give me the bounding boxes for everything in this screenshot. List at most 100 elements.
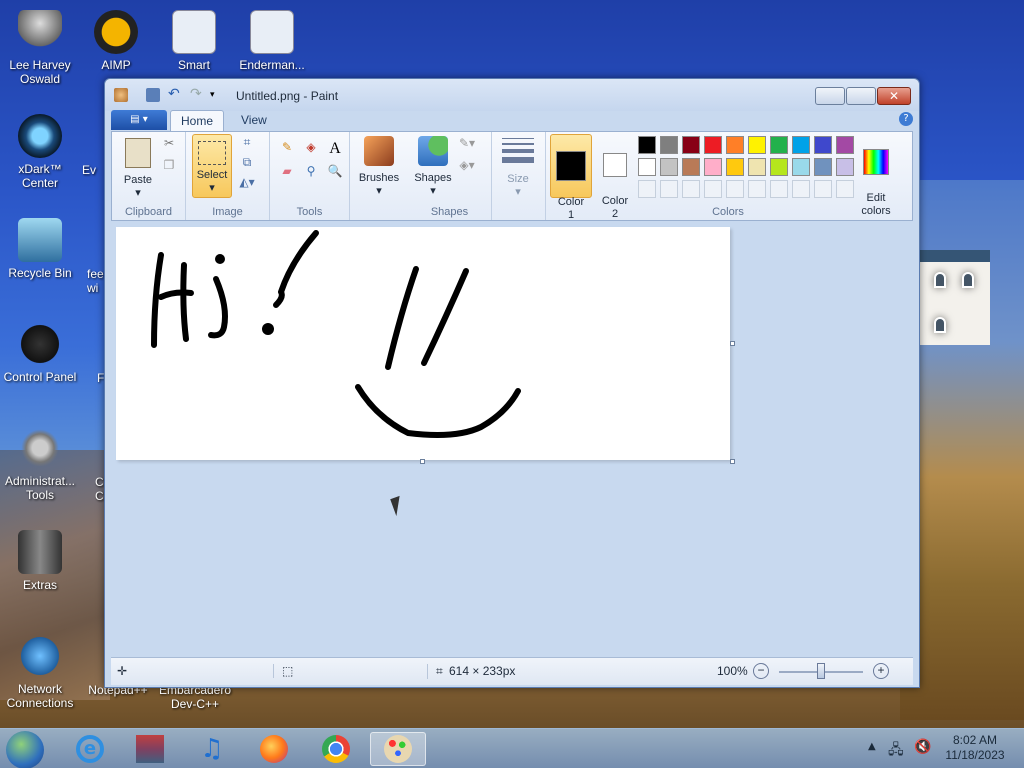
system-clock[interactable]: 8:02 AM 11/18/2023: [940, 733, 1010, 763]
palette-swatch[interactable]: [682, 158, 700, 176]
paste-button[interactable]: Paste ▾: [118, 136, 158, 200]
network-tray-icon[interactable]: 🖧: [888, 739, 908, 758]
paint-app-icon[interactable]: [114, 88, 128, 102]
taskbar-internet-explorer[interactable]: e: [62, 732, 118, 766]
palette-swatch[interactable]: [792, 136, 810, 154]
palette-swatch[interactable]: [682, 136, 700, 154]
desktop-icon-extras[interactable]: Extras: [0, 530, 80, 592]
desktop-icon-enderman[interactable]: Enderman...: [232, 10, 312, 72]
taskbar-paint[interactable]: [370, 732, 426, 766]
palette-swatch[interactable]: [814, 158, 832, 176]
palette-swatch[interactable]: [748, 158, 766, 176]
palette-swatch[interactable]: [726, 158, 744, 176]
stroke-exclamation: [273, 230, 319, 308]
taskbar-music[interactable]: ♫: [184, 732, 240, 766]
palette-swatch[interactable]: [770, 180, 788, 198]
customize-quick-access-icon[interactable]: ▾: [210, 88, 224, 102]
desktop-icon-network-connections[interactable]: Network Connections: [0, 634, 80, 710]
palette-swatch[interactable]: [660, 158, 678, 176]
fill-shape-icon[interactable]: ◈▾: [458, 158, 476, 176]
palette-swatch[interactable]: [660, 136, 678, 154]
help-icon[interactable]: ?: [899, 112, 913, 126]
palette-swatch[interactable]: [814, 136, 832, 154]
palette-swatch[interactable]: [770, 136, 788, 154]
palette-swatch[interactable]: [726, 180, 744, 198]
copy-icon[interactable]: ❐: [160, 158, 178, 176]
drawing-canvas[interactable]: [116, 227, 730, 460]
palette-swatch[interactable]: [748, 180, 766, 198]
desktop-icon-smart[interactable]: Smart: [154, 10, 234, 72]
color1-button[interactable]: Color 1: [550, 134, 592, 221]
palette-swatch[interactable]: [726, 136, 744, 154]
size-button[interactable]: Size ▾: [498, 134, 538, 199]
title-bar[interactable]: ↶ ↷ ▾ Untitled.png - Paint ✕: [105, 79, 919, 111]
taskbar-chrome[interactable]: [308, 732, 364, 766]
palette-swatch[interactable]: [638, 136, 656, 154]
xdark-icon: [18, 114, 62, 158]
select-label: Select: [196, 169, 228, 181]
desktop-icon-recycle-bin[interactable]: Recycle Bin: [0, 218, 80, 280]
desktop-icon-label: Control Panel: [3, 370, 77, 384]
palette-swatch[interactable]: [770, 158, 788, 176]
eraser-icon[interactable]: ▰: [278, 164, 296, 182]
resize-handle-corner[interactable]: [730, 459, 735, 464]
fill-icon[interactable]: ◈: [302, 140, 320, 158]
taskbar-firefox[interactable]: [246, 732, 302, 766]
music-icon: ♫: [200, 734, 224, 764]
ribbon: Paste ▾ ✂ ❐ Clipboard Select ▾ ⌗ ⧉ ◭▾ Imag…: [111, 131, 913, 221]
color-picker-icon[interactable]: ⚲: [302, 164, 320, 182]
tab-home[interactable]: Home: [170, 110, 225, 132]
volume-muted-icon[interactable]: 🔇: [914, 739, 934, 757]
desktop-icon-administrative-tools[interactable]: Administrat... Tools: [0, 426, 80, 502]
desktop-icon-aimp[interactable]: AIMP: [76, 10, 156, 72]
zoom-out-icon[interactable]: −: [753, 663, 769, 679]
redo-icon[interactable]: ↷: [190, 87, 204, 102]
tab-view[interactable]: View: [231, 110, 277, 132]
outline-icon[interactable]: ✎▾: [458, 136, 476, 154]
aimp-icon: [94, 10, 138, 54]
taskbar-archive[interactable]: [122, 732, 178, 766]
cut-icon[interactable]: ✂: [160, 136, 178, 154]
undo-icon[interactable]: ↶: [168, 87, 182, 102]
stroke-h-left: [151, 252, 164, 348]
start-button[interactable]: [6, 731, 44, 768]
firefox-icon: [260, 735, 288, 763]
desktop-icon-xdark-center[interactable]: xDark™ Center: [0, 114, 80, 190]
resize-icon[interactable]: ⧉: [238, 155, 256, 173]
crop-icon[interactable]: ⌗: [238, 135, 256, 153]
close-button[interactable]: ✕: [877, 87, 911, 105]
paint-menu-button[interactable]: ▤ ▾: [111, 110, 167, 130]
maximize-button[interactable]: [846, 87, 876, 105]
minimize-button[interactable]: [815, 87, 845, 105]
save-icon[interactable]: [146, 88, 160, 102]
resize-handle-right[interactable]: [730, 341, 735, 346]
zoom-in-icon[interactable]: +: [873, 663, 889, 679]
line-size-icon: [502, 138, 534, 163]
palette-swatch[interactable]: [792, 158, 810, 176]
canvas-workspace[interactable]: [111, 223, 913, 657]
palette-swatch[interactable]: [704, 158, 722, 176]
palette-swatch[interactable]: [638, 180, 656, 198]
shapes-button[interactable]: Shapes ▾: [410, 134, 456, 198]
palette-swatch[interactable]: [660, 180, 678, 198]
rotate-icon[interactable]: ◭▾: [238, 175, 256, 193]
desktop-icon-control-panel[interactable]: Control Panel: [0, 322, 80, 384]
palette-swatch[interactable]: [704, 180, 722, 198]
desktop-icon-lee-harvey-oswald[interactable]: Lee Harvey Oswald: [0, 10, 80, 86]
show-hidden-icons[interactable]: ▲: [868, 741, 876, 752]
magnifier-icon[interactable]: 🔍: [326, 164, 344, 182]
palette-swatch[interactable]: [682, 180, 700, 198]
palette-swatch[interactable]: [704, 136, 722, 154]
control-panel-icon: [18, 322, 62, 366]
palette-swatch[interactable]: [792, 180, 810, 198]
palette-swatch[interactable]: [638, 158, 656, 176]
brushes-button[interactable]: Brushes ▾: [354, 134, 404, 198]
palette-swatch[interactable]: [814, 180, 832, 198]
desktop-icon-label: AIMP: [101, 58, 131, 72]
zoom-slider-thumb[interactable]: [817, 663, 825, 679]
select-button[interactable]: Select ▾: [192, 134, 232, 198]
resize-handle-bottom[interactable]: [420, 459, 425, 464]
palette-swatch[interactable]: [748, 136, 766, 154]
text-icon[interactable]: A: [326, 140, 344, 158]
pencil-icon[interactable]: ✎: [278, 140, 296, 158]
